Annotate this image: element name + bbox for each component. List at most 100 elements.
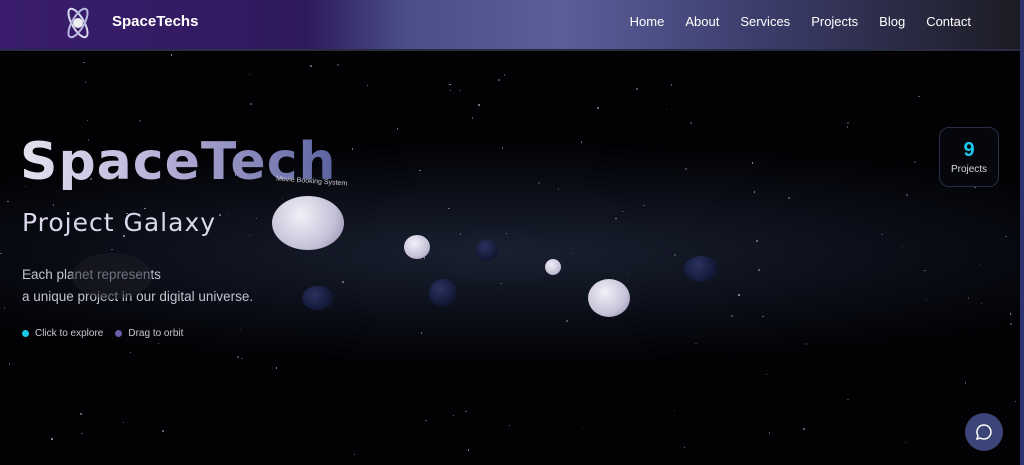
star <box>847 398 849 401</box>
star <box>738 294 740 296</box>
star <box>353 453 356 456</box>
star <box>157 342 160 345</box>
star <box>788 197 790 199</box>
star <box>449 89 452 92</box>
nav-home[interactable]: Home <box>630 14 665 29</box>
star <box>111 248 113 251</box>
star <box>248 234 251 237</box>
star <box>3 307 6 309</box>
star <box>51 438 53 440</box>
star <box>768 432 771 434</box>
star <box>683 446 686 449</box>
hints: Click to explore Drag to orbit <box>22 328 183 339</box>
nav-menu: Home About Services Projects Blog Contac… <box>630 14 971 29</box>
hero-subtitle: Project Galaxy <box>22 208 217 237</box>
hint-drag: Drag to orbit <box>115 328 183 339</box>
planet[interactable] <box>684 256 718 282</box>
star <box>420 332 422 334</box>
nav-blog[interactable]: Blog <box>879 14 905 29</box>
star <box>695 342 697 345</box>
nav-services[interactable]: Services <box>740 14 790 29</box>
star <box>471 117 474 119</box>
galaxy-canvas[interactable] <box>0 53 1020 465</box>
scrollbar[interactable] <box>1020 0 1024 465</box>
star <box>925 298 928 301</box>
star <box>419 169 421 172</box>
star <box>84 81 87 83</box>
star <box>459 89 461 92</box>
planet[interactable] <box>302 286 334 310</box>
planet[interactable] <box>476 239 498 261</box>
star <box>670 84 673 86</box>
star <box>665 108 668 111</box>
star <box>0 252 2 255</box>
star <box>1009 313 1012 315</box>
star <box>467 449 470 451</box>
star <box>566 320 568 322</box>
star <box>227 212 230 215</box>
star <box>498 79 500 81</box>
star <box>690 122 692 124</box>
star <box>904 441 907 444</box>
star <box>643 204 645 207</box>
star <box>241 357 243 360</box>
star <box>122 421 125 424</box>
star <box>86 119 89 122</box>
nav-contact[interactable]: Contact <box>926 14 971 29</box>
chat-button[interactable] <box>965 413 1003 451</box>
star <box>351 148 354 150</box>
planet[interactable] <box>588 279 630 317</box>
nav-about[interactable]: About <box>685 14 719 29</box>
star <box>219 214 221 216</box>
navbar: SpaceTechs Home About Services Projects … <box>0 0 1020 51</box>
planet[interactable] <box>429 279 457 307</box>
star <box>449 83 451 86</box>
star <box>626 274 629 277</box>
planet[interactable] <box>272 196 344 250</box>
star <box>83 61 85 64</box>
hint-label: Click to explore <box>35 328 104 339</box>
hint-click: Click to explore <box>22 328 103 339</box>
star <box>239 328 242 330</box>
projects-count-badge: 9 Projects <box>939 127 999 187</box>
star <box>846 126 849 128</box>
star <box>1005 235 1007 238</box>
star <box>505 232 508 235</box>
star <box>52 204 55 206</box>
star <box>7 200 9 202</box>
brand-name[interactable]: SpaceTechs <box>112 13 198 30</box>
star <box>459 233 462 235</box>
star <box>503 74 506 76</box>
planet[interactable] <box>404 235 430 259</box>
star <box>581 427 584 430</box>
star <box>924 269 926 272</box>
cyan-dot-icon <box>22 329 29 337</box>
star <box>803 428 805 430</box>
chat-bubble-icon <box>975 424 992 441</box>
nav-projects[interactable]: Projects <box>811 14 858 29</box>
star <box>751 162 754 164</box>
star <box>170 54 172 56</box>
star <box>918 95 920 98</box>
projects-count: 9 <box>963 139 975 161</box>
star <box>465 410 467 413</box>
star <box>255 217 258 220</box>
star <box>762 315 764 318</box>
star <box>685 168 687 170</box>
star <box>248 73 251 76</box>
star <box>906 194 908 196</box>
star <box>636 88 638 90</box>
star <box>967 297 970 299</box>
star <box>881 233 883 236</box>
star <box>615 217 617 220</box>
star <box>508 424 511 427</box>
projects-label: Projects <box>950 164 988 175</box>
star <box>1014 400 1017 403</box>
star <box>674 254 676 256</box>
atom-logo-icon[interactable] <box>60 5 96 41</box>
planet[interactable] <box>545 259 561 275</box>
star <box>1010 323 1012 325</box>
star <box>978 263 981 266</box>
star <box>538 182 540 184</box>
star <box>964 382 967 384</box>
